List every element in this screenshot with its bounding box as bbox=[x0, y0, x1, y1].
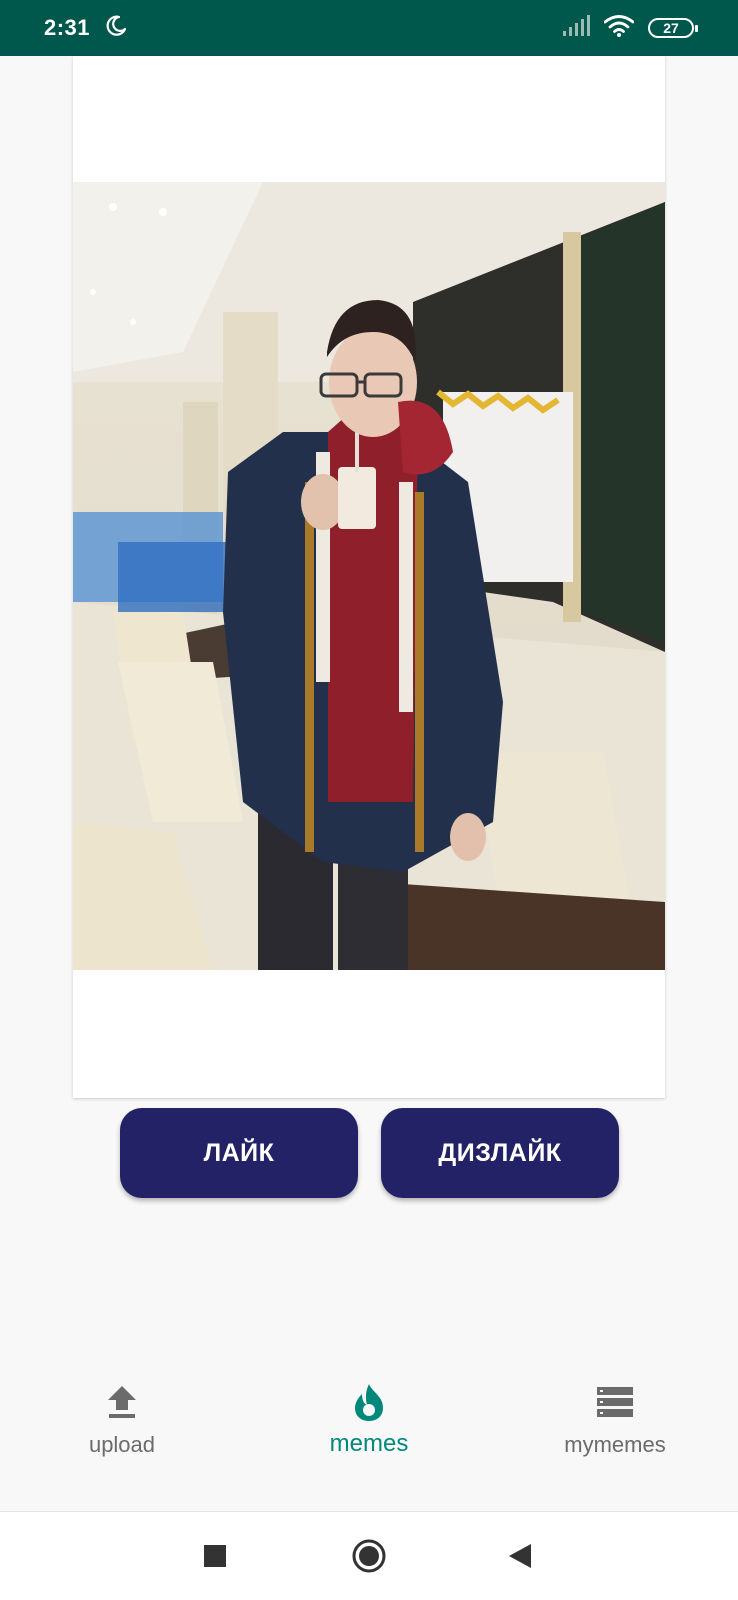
wifi-icon bbox=[603, 14, 635, 42]
status-time: 2:31 bbox=[44, 15, 91, 40]
status-bar: 2:31 27 bbox=[0, 0, 738, 56]
bottom-navigation: upload memes mymemes bbox=[0, 1360, 738, 1512]
nav-item-mymemes[interactable]: mymemes bbox=[515, 1382, 715, 1482]
moon-icon bbox=[104, 14, 128, 43]
nav-item-memes[interactable]: memes bbox=[269, 1382, 469, 1482]
nav-label-mymemes: mymemes bbox=[564, 1432, 666, 1457]
back-icon[interactable] bbox=[500, 1536, 540, 1576]
meme-image bbox=[73, 182, 665, 970]
nav-item-upload[interactable]: upload bbox=[22, 1382, 222, 1482]
nav-label-memes: memes bbox=[329, 1430, 409, 1457]
system-navigation-bar bbox=[0, 1512, 738, 1600]
flame-icon bbox=[349, 1382, 389, 1422]
nav-label-upload: upload bbox=[88, 1432, 156, 1457]
like-button[interactable]: ЛАЙК bbox=[120, 1108, 358, 1198]
status-left: 2:31 bbox=[44, 14, 128, 43]
dislike-button[interactable]: ДИЗЛАЙК bbox=[381, 1108, 619, 1198]
battery-icon: 27 bbox=[648, 18, 698, 38]
recent-apps-icon[interactable] bbox=[195, 1536, 235, 1576]
home-icon[interactable] bbox=[349, 1536, 389, 1576]
list-icon bbox=[595, 1382, 635, 1422]
upload-icon bbox=[102, 1382, 142, 1422]
status-right: 27 bbox=[562, 14, 698, 42]
meme-card bbox=[73, 56, 665, 1098]
signal-icon bbox=[562, 14, 590, 42]
